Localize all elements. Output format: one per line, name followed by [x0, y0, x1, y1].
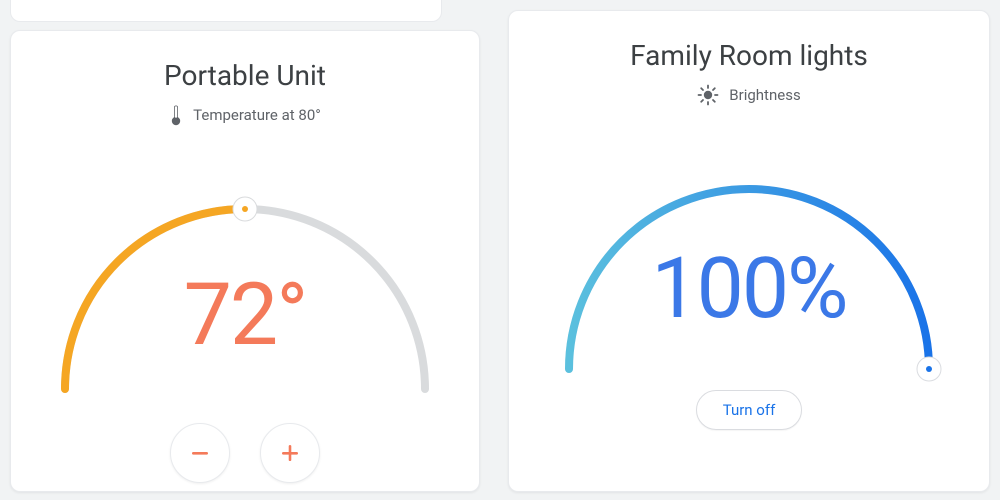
turn-off-button[interactable]: Turn off — [696, 390, 803, 430]
thermostat-title: Portable Unit — [11, 59, 479, 92]
lights-sub-row: Brightness — [509, 84, 989, 106]
brightness-value: 100% — [539, 239, 959, 338]
minus-icon — [187, 440, 213, 466]
increase-temp-button[interactable] — [260, 423, 320, 483]
lights-sub-label: Brightness — [729, 86, 800, 104]
lights-title: Family Room lights — [509, 39, 989, 72]
thermostat-status-label: Temperature at 80° — [193, 106, 321, 124]
dial-handle[interactable] — [233, 197, 257, 221]
lights-card: Family Room lights — [508, 10, 990, 492]
plus-icon — [277, 440, 303, 466]
decrease-temp-button[interactable] — [170, 423, 230, 483]
thermostat-status-row: Temperature at 80° — [11, 104, 479, 126]
thermostat-adjust-row — [11, 423, 479, 483]
brightness-dial[interactable]: 100% — [539, 124, 959, 384]
thermometer-icon — [169, 104, 183, 126]
thermostat-dial[interactable]: 72° — [35, 144, 455, 404]
thermostat-setpoint-value: 72° — [35, 264, 455, 365]
thermostat-card: Portable Unit Temperature at 80° — [10, 30, 480, 492]
brightness-handle[interactable] — [917, 357, 941, 381]
previous-card-edge — [10, 0, 442, 22]
brightness-icon — [697, 84, 719, 106]
